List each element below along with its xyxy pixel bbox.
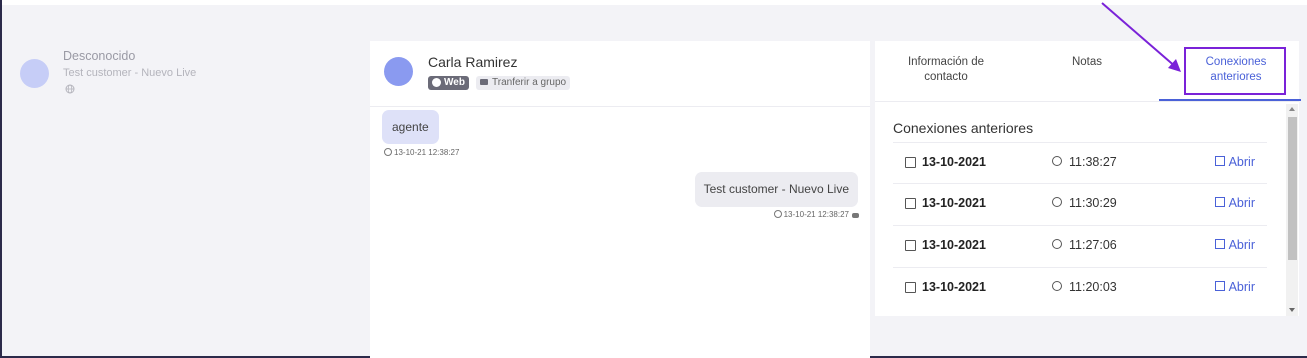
chat-header: Carla Ramirez Web Tranferir a grupo xyxy=(370,41,870,107)
message-timestamp: 13-10-21 12:38:27 xyxy=(384,148,459,157)
message-timestamp: 13-10-21 12:38:27 xyxy=(773,210,859,219)
open-connection-link[interactable]: Abrir xyxy=(1214,155,1255,169)
tab-divider xyxy=(875,101,1299,102)
connection-date: 13-10-2021 xyxy=(922,280,986,294)
connection-row: 13-10-2021 11:30:29 Abrir xyxy=(893,183,1267,225)
connection-time: 11:27:06 xyxy=(1069,238,1117,252)
connection-row: 13-10-2021 11:27:06 Abrir xyxy=(893,225,1267,267)
connection-row: 13-10-2021 11:38:27 Abrir xyxy=(893,142,1267,184)
clock-icon xyxy=(1052,281,1062,291)
channel-badge-label: Web xyxy=(444,77,465,88)
message-incoming: agente xyxy=(382,110,439,144)
scroll-up-arrow-icon[interactable] xyxy=(1289,107,1295,111)
section-title: Conexiones anteriores xyxy=(893,120,1034,136)
chat-panel: Carla Ramirez Web Tranferir a grupo agen… xyxy=(370,41,870,358)
clock-icon xyxy=(1052,239,1062,249)
chat-bubble-icon xyxy=(480,79,488,85)
conversation-list-item[interactable]: Desconocido Test customer - Nuevo Live xyxy=(20,46,360,106)
tab-contact-info[interactable]: Información de contacto xyxy=(891,55,1001,85)
conversation-subtitle: Test customer - Nuevo Live xyxy=(63,67,197,79)
calendar-icon xyxy=(905,198,916,209)
open-connection-link[interactable]: Abrir xyxy=(1214,196,1255,210)
connection-time: 11:38:27 xyxy=(1069,155,1117,169)
open-label: Abrir xyxy=(1228,155,1255,169)
channel-badge: Web xyxy=(428,76,469,90)
external-link-icon xyxy=(1214,156,1225,166)
external-link-icon xyxy=(1214,239,1225,249)
web-icon xyxy=(432,78,441,87)
external-link-icon xyxy=(1214,197,1225,207)
conversation-name: Desconocido xyxy=(63,49,136,63)
connection-date: 13-10-2021 xyxy=(922,238,986,252)
contact-name: Carla Ramirez xyxy=(428,54,518,70)
calendar-icon xyxy=(905,282,916,293)
avatar xyxy=(20,59,49,88)
annotation-highlight-box xyxy=(1184,47,1286,95)
calendar-icon xyxy=(905,240,916,251)
window-border-left xyxy=(0,0,2,358)
clock-icon xyxy=(773,210,782,218)
clock-icon xyxy=(384,148,392,156)
message-time: 13-10-21 12:38:27 xyxy=(783,210,849,219)
message-outgoing: Test customer - Nuevo Live xyxy=(694,172,858,207)
clock-icon xyxy=(1052,156,1062,166)
open-label: Abrir xyxy=(1228,196,1255,210)
annotation-arrow-icon xyxy=(1101,2,1181,72)
open-label: Abrir xyxy=(1228,280,1255,294)
connection-time: 11:30:29 xyxy=(1069,196,1117,210)
connection-time: 11:20:03 xyxy=(1069,280,1117,294)
transfer-group-button[interactable]: Tranferir a grupo xyxy=(476,76,571,90)
connection-row: 13-10-2021 11:20:03 Abrir xyxy=(893,267,1267,309)
panel-scrollbar[interactable] xyxy=(1286,104,1298,316)
clock-icon xyxy=(1052,197,1062,207)
message-time: 13-10-21 12:38:27 xyxy=(394,148,460,157)
globe-icon xyxy=(65,84,75,94)
connection-date: 13-10-2021 xyxy=(922,196,986,210)
external-link-icon xyxy=(1214,281,1225,291)
scrollbar-thumb[interactable] xyxy=(1288,117,1297,260)
bot-icon xyxy=(852,213,859,218)
connection-date: 13-10-2021 xyxy=(922,155,986,169)
avatar xyxy=(384,57,413,86)
open-connection-link[interactable]: Abrir xyxy=(1214,238,1255,252)
calendar-icon xyxy=(905,157,916,168)
transfer-group-label: Tranferir a grupo xyxy=(492,77,567,88)
open-label: Abrir xyxy=(1228,238,1255,252)
open-connection-link[interactable]: Abrir xyxy=(1214,280,1255,294)
scroll-down-arrow-icon[interactable] xyxy=(1289,308,1295,312)
